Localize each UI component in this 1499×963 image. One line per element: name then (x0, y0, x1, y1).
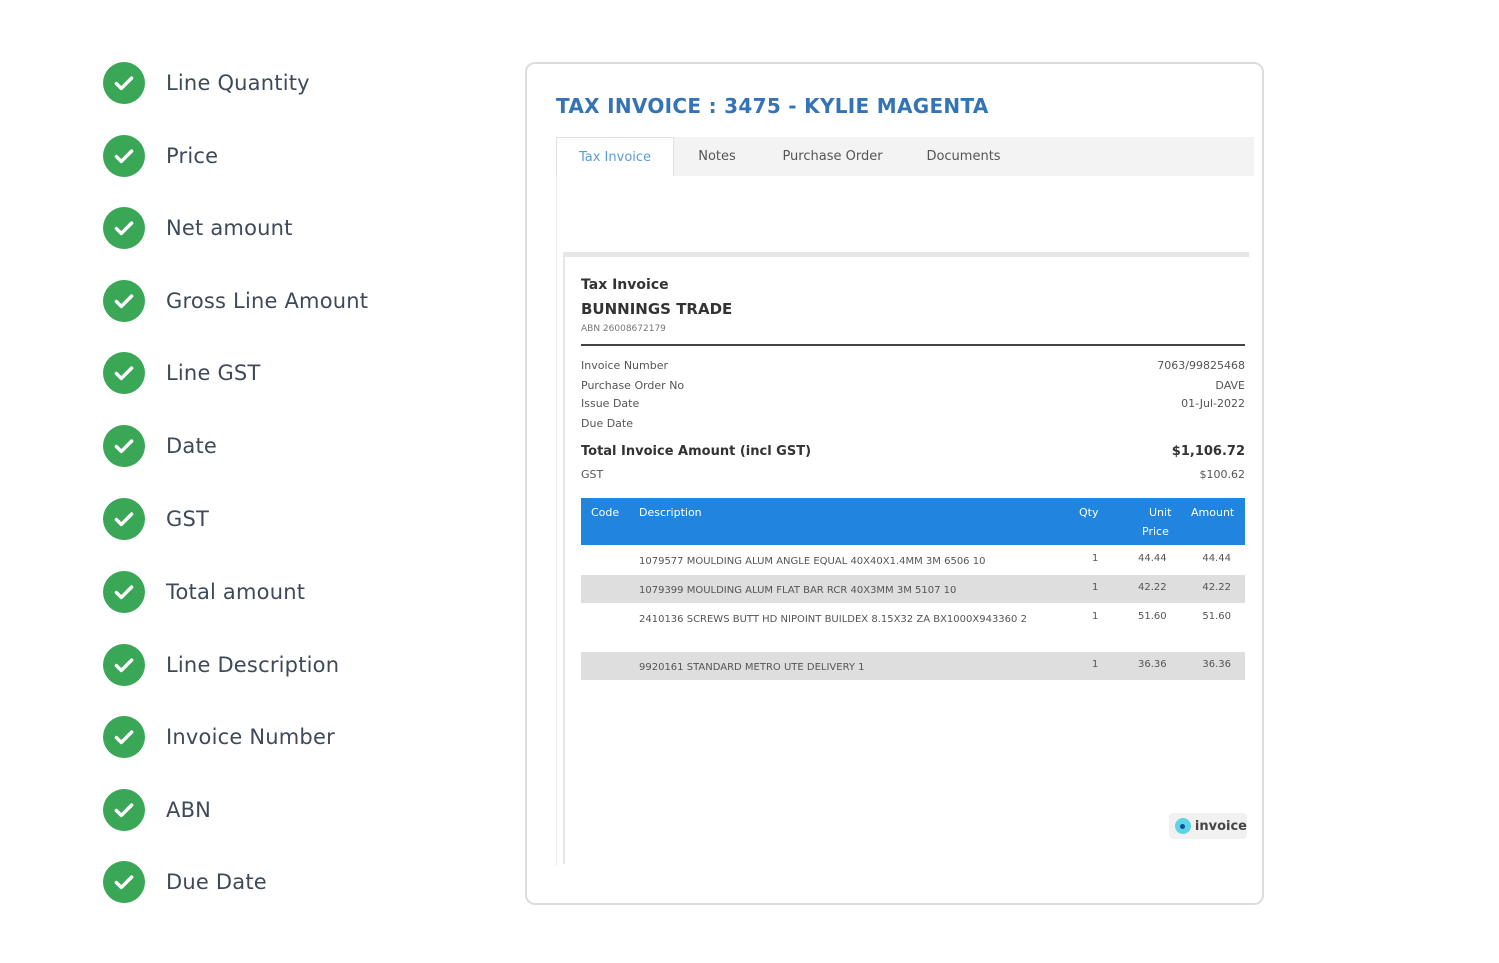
meta-row-issue-date: Issue Date 01-Jul-2022 (581, 397, 1245, 410)
check-circle-icon (103, 716, 145, 758)
checklist-item: Line GST (103, 352, 483, 394)
checklist-item: Date (103, 425, 483, 467)
meta-label: Issue Date (581, 397, 640, 410)
tab-documents[interactable]: Documents (905, 137, 1022, 176)
checklist-item: Price (103, 135, 483, 177)
col-price: Price (1142, 525, 1169, 538)
check-circle-icon (103, 498, 145, 540)
meta-row-purchase-order: Purchase Order No DAVE (581, 379, 1245, 392)
line-amount: 36.36 (1202, 659, 1231, 670)
check-circle-icon (103, 861, 145, 903)
checklist-label: Line Description (166, 653, 340, 677)
checklist-label: Total amount (166, 580, 306, 604)
tab-notes[interactable]: Notes (674, 137, 760, 176)
line-qty: 1 (1092, 659, 1099, 670)
line-unit-price: 36.36 (1138, 659, 1167, 670)
line-amount: 51.60 (1202, 611, 1231, 622)
checklist-label: Line GST (166, 361, 261, 385)
line-qty: 1 (1092, 553, 1099, 564)
line-description: 2410136 SCREWS BUTT HD NIPOINT BUILDEX 8… (639, 614, 1027, 625)
invoice-preview-card: TAX INVOICE : 3475 - KYLIE MAGENTA Tax I… (525, 62, 1264, 905)
checklist-label: GST (166, 507, 210, 531)
checklist-label: Price (166, 144, 219, 168)
check-circle-icon (103, 789, 145, 831)
supplier-abn: ABN 26008672179 (581, 324, 666, 334)
checklist-label: Invoice Number (166, 725, 335, 749)
checklist-item: Line Quantity (103, 62, 483, 104)
table-row: 9920161 STANDARD METRO UTE DELIVERY 1 1 … (581, 652, 1245, 680)
tab-tax-invoice[interactable]: Tax Invoice (556, 137, 674, 176)
brand-logo: invoice (1169, 813, 1247, 839)
line-unit-price: 42.22 (1138, 582, 1167, 593)
total-value: $1,106.72 (1171, 444, 1245, 459)
line-qty: 1 (1092, 611, 1099, 622)
checklist-item: Net amount (103, 207, 483, 249)
meta-label: Due Date (581, 417, 633, 430)
meta-value: DAVE (1215, 379, 1245, 392)
line-amount: 42.22 (1202, 582, 1231, 593)
checklist-label: ABN (166, 798, 212, 822)
line-description: 1079577 MOULDING ALUM ANGLE EQUAL 40X40X… (639, 556, 986, 567)
col-description: Description (639, 506, 702, 519)
checklist-label: Net amount (166, 216, 293, 240)
check-circle-icon (103, 352, 145, 394)
line-unit-price: 44.44 (1138, 553, 1167, 564)
line-qty: 1 (1092, 582, 1099, 593)
total-label: Total Invoice Amount (incl GST) (581, 444, 812, 459)
col-unit: Unit (1149, 506, 1172, 519)
checklist-label: Due Date (166, 870, 267, 894)
col-code: Code (591, 506, 620, 519)
meta-label: Purchase Order No (581, 379, 685, 392)
check-circle-icon (103, 62, 145, 104)
table-row: 1079577 MOULDING ALUM ANGLE EQUAL 40X40X… (581, 546, 1245, 574)
checklist-label: Date (166, 434, 217, 458)
checklist-item: Invoice Number (103, 716, 483, 758)
line-unit-price: 51.60 (1138, 611, 1167, 622)
check-circle-icon (103, 425, 145, 467)
invoice-title: TAX INVOICE : 3475 - KYLIE MAGENTA (556, 94, 989, 118)
checklist-label: Line Quantity (166, 71, 310, 95)
check-circle-icon (103, 207, 145, 249)
line-description: 9920161 STANDARD METRO UTE DELIVERY 1 (639, 662, 865, 673)
meta-label: Invoice Number (581, 359, 669, 372)
supplier-name: BUNNINGS TRADE (581, 300, 733, 318)
meta-row-due-date: Due Date (581, 417, 1245, 430)
checklist-item: Gross Line Amount (103, 280, 483, 322)
table-row: 1079399 MOULDING ALUM FLAT BAR RCR 40X3M… (581, 575, 1245, 603)
check-circle-icon (103, 644, 145, 686)
line-amount: 44.44 (1202, 553, 1231, 564)
logo-dot-icon (1175, 818, 1191, 834)
checklist-item: Total amount (103, 571, 483, 613)
check-circle-icon (103, 571, 145, 613)
gst-label: GST (581, 468, 604, 481)
invoice-document: Tax Invoice BUNNINGS TRADE ABN 260086721… (563, 252, 1249, 864)
brand-text: invoice (1194, 818, 1247, 834)
divider (581, 344, 1245, 346)
line-description: 1079399 MOULDING ALUM FLAT BAR RCR 40X3M… (639, 585, 957, 596)
col-amount: Amount (1191, 506, 1235, 519)
invoice-tabs: Tax Invoice Notes Purchase Order Documen… (556, 137, 1254, 176)
meta-value: 7063/99825468 (1157, 359, 1245, 372)
document-heading: Tax Invoice (581, 277, 669, 293)
checklist-item: ABN (103, 789, 483, 831)
check-circle-icon (103, 280, 145, 322)
meta-row-invoice-number: Invoice Number 7063/99825468 (581, 359, 1245, 372)
line-items-header: Code Description Qty Unit Price Amount (581, 498, 1245, 545)
checklist-item: Line Description (103, 644, 483, 686)
col-qty: Qty (1079, 506, 1099, 519)
check-circle-icon (103, 135, 145, 177)
gst-value: $100.62 (1199, 468, 1246, 481)
tab-purchase-order[interactable]: Purchase Order (760, 137, 905, 176)
gst-row: GST $100.62 (581, 468, 1245, 481)
table-row: 2410136 SCREWS BUTT HD NIPOINT BUILDEX 8… (581, 604, 1245, 651)
checklist-item: GST (103, 498, 483, 540)
checklist-label: Gross Line Amount (166, 289, 369, 313)
total-amount-row: Total Invoice Amount (incl GST) $1,106.7… (581, 444, 1245, 459)
checklist-item: Due Date (103, 861, 483, 903)
meta-value: 01-Jul-2022 (1181, 397, 1245, 410)
